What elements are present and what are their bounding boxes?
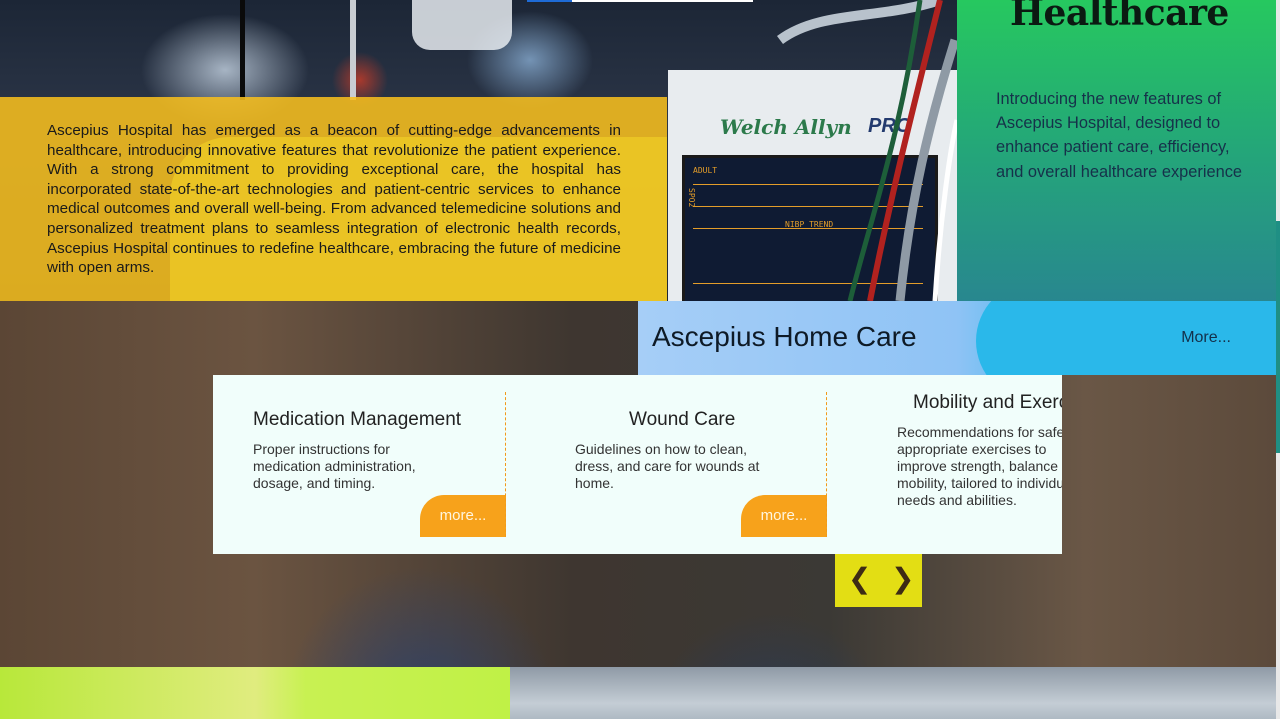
carousel-next-button[interactable]: ❯	[891, 562, 914, 595]
card-description: Proper instructions for medication admin…	[253, 441, 416, 491]
card-title: Medication Management	[253, 409, 462, 430]
monitor-cables	[777, 0, 957, 301]
carousel-nav: ❮ ❯	[835, 554, 922, 607]
card-description: Guidelines on how to clean, dress, and c…	[575, 441, 760, 491]
card-divider	[826, 392, 827, 537]
page-scrollbar-thumb[interactable]	[1276, 221, 1280, 453]
bottom-section-photo	[510, 667, 1276, 719]
features-text: Introducing the new features of Ascepius…	[996, 90, 1243, 181]
home-care-carousel: Medication Management Proper instruction…	[213, 375, 1062, 554]
intro-text: Ascepius Hospital has emerged as a beaco…	[47, 122, 621, 277]
screen-adult-label: ADULT	[693, 166, 718, 175]
features-title: Healthcare	[1010, 0, 1229, 34]
photo-iv-bag	[412, 0, 512, 50]
bottom-section-left	[0, 667, 510, 719]
card-wound-care: Wound Care Guidelines on how to clean, d…	[535, 392, 828, 537]
card-more-button[interactable]: more...	[741, 495, 827, 537]
card-title: Wound Care	[629, 409, 736, 430]
hero-slider-indicator[interactable]	[527, 0, 753, 2]
home-care-more-link[interactable]: More...	[1181, 329, 1231, 347]
card-medication-management: Medication Management Proper instruction…	[213, 392, 506, 537]
carousel-prev-button[interactable]: ❮	[848, 562, 871, 595]
intro-panel: Ascepius Hospital has emerged as a beaco…	[0, 97, 667, 301]
card-description: Recommendations for safe and appropriate…	[897, 424, 1062, 508]
photo-pole	[240, 0, 245, 100]
home-care-title: Ascepius Home Care	[652, 321, 917, 352]
card-mobility-exercise: Mobility and Exercise Recommendations fo…	[857, 392, 1062, 537]
card-more-button[interactable]: more...	[420, 495, 506, 537]
screen-spo2-label: SPO2	[687, 188, 696, 208]
card-divider	[505, 392, 506, 537]
card-title: Mobility and Exercise	[913, 392, 1062, 413]
home-care-header: Ascepius Home Care More...	[638, 301, 1276, 375]
photo-iv-pole	[350, 0, 356, 100]
